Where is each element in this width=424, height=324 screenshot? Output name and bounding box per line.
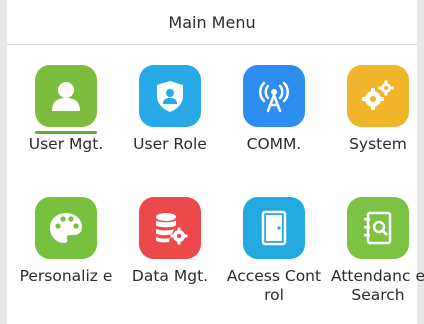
- menu-item-system[interactable]: System: [326, 45, 424, 175]
- menu-item-user-role[interactable]: User Role: [118, 45, 222, 175]
- door-icon: [243, 197, 305, 259]
- gears-icon: [347, 65, 409, 127]
- menu-item-label: Attendanc e Search: [331, 267, 424, 304]
- menu-item-comm[interactable]: COMM.: [222, 45, 326, 175]
- menu-grid: User Mgt. User Role COMM. System Persona…: [7, 45, 424, 324]
- menu-item-label: Access Control: [226, 267, 322, 304]
- menu-item-label: Data Mgt.: [131, 267, 209, 285]
- page-title-text: Main Menu: [168, 12, 256, 32]
- bottom-margin: [7, 316, 417, 324]
- menu-item-label: Personaliz e: [19, 267, 113, 285]
- selection-indicator: [35, 131, 97, 134]
- page-title: Main Menu: [7, 0, 417, 45]
- menu-item-label: System: [349, 135, 407, 153]
- database-gear-icon: [139, 197, 201, 259]
- menu-item-label: User Role: [133, 135, 207, 153]
- menu-item-personalize[interactable]: Personaliz e: [14, 177, 118, 307]
- user-role-shield-icon: [139, 65, 201, 127]
- palette-icon: [35, 197, 97, 259]
- menu-item-user-mgt[interactable]: User Mgt.: [14, 45, 118, 175]
- menu-item-access-control[interactable]: Access Control: [222, 177, 326, 307]
- menu-item-attendance-search[interactable]: Attendanc e Search: [326, 177, 424, 307]
- menu-item-label: COMM.: [246, 135, 302, 153]
- menu-item-label: User Mgt.: [28, 135, 104, 153]
- signal-tower-icon: [243, 65, 305, 127]
- main-menu-screen: Main Menu User Mgt. User Role COMM. Syst…: [0, 0, 424, 324]
- menu-item-data-mgt[interactable]: Data Mgt.: [118, 177, 222, 307]
- notebook-search-icon: [347, 197, 409, 259]
- user-icon: [35, 65, 97, 127]
